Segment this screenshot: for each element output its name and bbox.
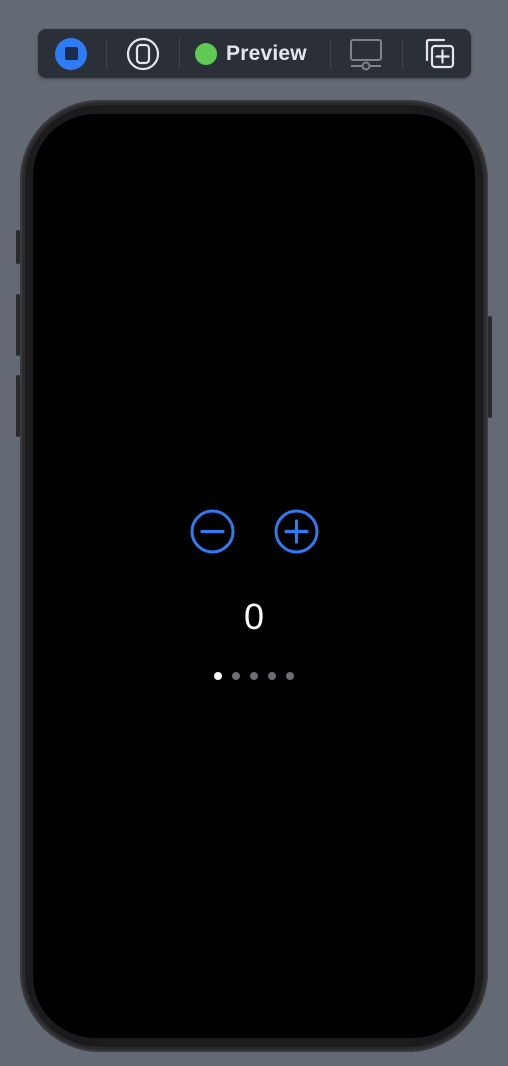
device-frame-icon: [126, 37, 160, 70]
page-dot[interactable]: [268, 672, 276, 680]
device-frame-button[interactable]: [122, 29, 164, 78]
counter-value: 0: [243, 596, 265, 637]
preview-mode-button[interactable]: Preview: [190, 29, 314, 78]
page-control[interactable]: [33, 672, 475, 680]
page-dot[interactable]: [232, 672, 240, 680]
preview-label: Preview: [226, 41, 307, 65]
device-settings-icon: [350, 38, 382, 70]
duplicate-preview-button[interactable]: [416, 29, 460, 78]
duplicate-plus-icon: [425, 38, 455, 68]
live-preview-button[interactable]: [52, 29, 90, 78]
toolbar-divider: [402, 38, 403, 69]
toolbar-divider: [330, 38, 331, 69]
page-dot[interactable]: [286, 672, 294, 680]
toolbar-divider: [106, 38, 107, 69]
power-button: [488, 316, 492, 418]
device-settings-button[interactable]: [344, 29, 388, 78]
minus-circle-icon[interactable]: [190, 509, 235, 554]
page-dot[interactable]: [214, 672, 222, 680]
preview-toolbar: Preview: [38, 29, 471, 78]
preview-status-dot: [195, 42, 217, 65]
page-dot[interactable]: [250, 672, 258, 680]
plus-circle-icon[interactable]: [274, 509, 319, 554]
toolbar-divider: [179, 38, 180, 69]
stop-square-icon: [55, 37, 87, 70]
device-screen: 0: [33, 114, 475, 1038]
